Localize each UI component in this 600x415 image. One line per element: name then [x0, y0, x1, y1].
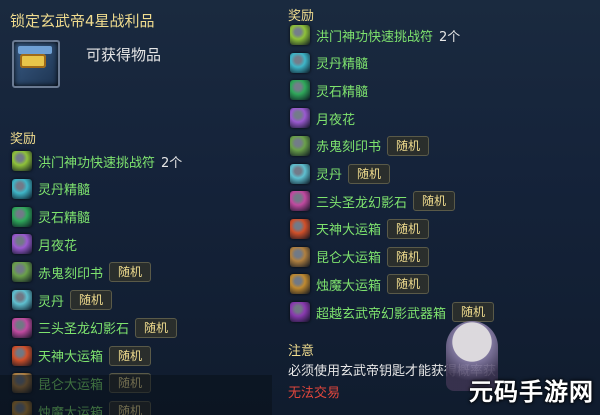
- random-badge: 随机: [109, 345, 152, 366]
- orb-icon: [290, 52, 310, 73]
- scroll-icon: [12, 151, 32, 171]
- item-name: 超越玄武帝幻影武器箱: [316, 306, 447, 322]
- untradeable-warning: 无法交易: [288, 386, 341, 401]
- random-badge: 随机: [387, 218, 430, 239]
- item-name: 灵丹: [316, 168, 343, 183]
- loot-item-row[interactable]: 灵丹精髓: [12, 178, 90, 200]
- note-header: 注意: [288, 344, 315, 359]
- item-name: 灵丹精髓: [316, 57, 369, 73]
- loot-item-row[interactable]: 超越玄武帝幻影武器箱 随机: [290, 301, 495, 323]
- watermark: 元码手游网: [434, 321, 594, 411]
- loot-item-row[interactable]: 三头圣龙幻影石 随机: [290, 190, 456, 212]
- watermark-logo: 元码手游网: [469, 378, 594, 406]
- pill-icon: [12, 290, 32, 310]
- loot-item-row[interactable]: 赤鬼刻印书 随机: [290, 135, 430, 157]
- chest-key-icon: [12, 40, 60, 88]
- random-badge: 随机: [135, 317, 178, 338]
- item-name: 天神大运箱: [316, 223, 382, 239]
- loot-item-row[interactable]: 三头圣龙幻影石 随机: [12, 317, 178, 339]
- item-name: 赤鬼刻印书: [38, 266, 104, 282]
- random-badge: 随机: [348, 163, 391, 184]
- item-name: 烛魔大运箱: [316, 278, 382, 294]
- item-name: 灵石精髓: [316, 84, 369, 100]
- orb-icon: [12, 178, 32, 199]
- flower-icon: [12, 234, 32, 255]
- loot-item-row[interactable]: 天神大运箱 随机: [290, 218, 430, 240]
- loot-item-row[interactable]: 昆仑大运箱随机: [290, 246, 430, 268]
- weapon-chest-icon: [290, 302, 310, 322]
- random-badge: 随机: [387, 274, 430, 295]
- loot-item-row[interactable]: 洪门神功快速挑战符 2个: [12, 150, 182, 172]
- item-name: 月夜花: [38, 238, 78, 254]
- random-badge: 随机: [387, 246, 430, 267]
- loot-item-row[interactable]: 灵丹 随机: [12, 289, 113, 311]
- loot-item-row[interactable]: 月夜花: [12, 233, 77, 255]
- random-badge: 随机: [70, 290, 113, 310]
- random-badge: 随机: [413, 191, 456, 212]
- item-quantity: 2个: [161, 155, 183, 171]
- book-icon: [12, 262, 32, 283]
- crystal-icon: [290, 80, 310, 101]
- chest-icon: [290, 218, 310, 239]
- reward-header: 奖励: [10, 132, 37, 147]
- loot-item-row[interactable]: 洪门神功快速挑战符 2个: [290, 24, 460, 46]
- loot-item-row[interactable]: 天神大运箱 随机: [12, 345, 152, 367]
- right-loot-panel: 奖励 洪门神功快速挑战符 2个 灵丹精髓 灵石精髓 月夜花 赤鬼刻印书 随机 灵丹 随机 三头圣龙…: [272, 0, 600, 415]
- pill-icon: [290, 163, 310, 184]
- book-icon: [290, 135, 310, 156]
- loot-item-row[interactable]: 灵石精髓: [12, 206, 90, 228]
- random-badge: 随机: [387, 135, 430, 156]
- reward-header: 奖励: [288, 9, 315, 24]
- random-badge: 随机: [452, 302, 495, 322]
- flower-icon: [290, 108, 310, 129]
- loot-item-row[interactable]: 烛魔大运箱随机: [290, 273, 430, 295]
- obtainable-label: 可获得物品: [86, 46, 162, 64]
- item-name: 天神大运箱: [38, 350, 104, 366]
- chest-icon: [12, 345, 32, 366]
- item-name: 赤鬼刻印书: [316, 140, 382, 156]
- item-name: 洪门神功快速挑战符: [38, 155, 156, 171]
- item-name: 三头圣龙幻影石: [38, 322, 130, 338]
- item-quantity: 2个: [439, 29, 461, 45]
- chest-icon: [290, 274, 310, 295]
- item-name: 灵丹精髓: [38, 183, 91, 199]
- random-badge: 随机: [109, 262, 152, 283]
- loot-item-row[interactable]: 月夜花: [290, 107, 355, 129]
- crystal-icon: [12, 206, 32, 227]
- left-loot-panel: 锁定玄武帝4星战利品 可获得物品 奖励 洪门神功快速挑战符 2个灵丹精髓灵石精髓月…: [0, 0, 273, 415]
- item-name: 三头圣龙幻影石: [316, 195, 408, 211]
- chest-icon: [290, 246, 310, 267]
- item-name: 昆仑大运箱: [316, 251, 382, 267]
- loot-item-row[interactable]: 灵丹 随机: [290, 163, 391, 185]
- dragon-stone-icon: [12, 317, 32, 338]
- loot-item-row[interactable]: 赤鬼刻印书 随机: [12, 261, 152, 283]
- item-name: 洪门神功快速挑战符: [316, 29, 434, 45]
- loot-item-row[interactable]: 灵石精髓: [290, 79, 368, 101]
- item-name: 灵石精髓: [38, 211, 91, 227]
- item-name: 灵丹: [38, 294, 65, 310]
- item-name: 月夜花: [316, 112, 356, 128]
- scroll-icon: [290, 25, 310, 45]
- panel-title: 锁定玄武帝4星战利品: [10, 12, 155, 30]
- dragon-stone-icon: [290, 191, 310, 212]
- loot-item-row[interactable]: 灵丹精髓: [290, 52, 368, 74]
